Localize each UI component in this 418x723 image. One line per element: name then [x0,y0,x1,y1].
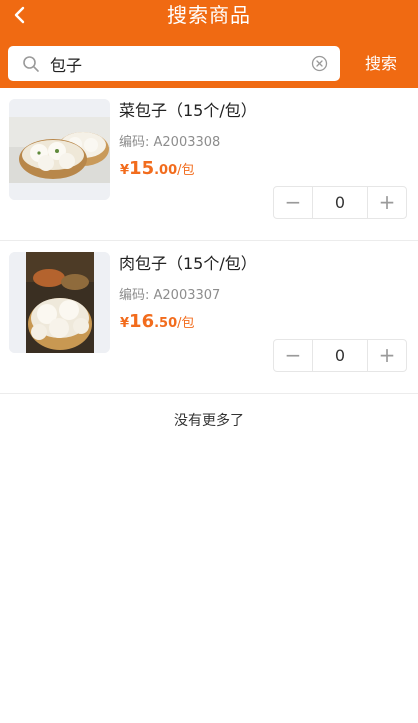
price-currency: ¥ [120,163,130,178]
quantity-value[interactable]: 0 [313,187,367,218]
quantity-stepper: − 0 + [273,339,407,372]
product-code: 编码: A2003308 [119,135,221,150]
no-more-text: 没有更多了 [174,413,244,429]
price-decimal: .50 [154,316,178,331]
product-name[interactable]: 菜包子（15个/包） [119,100,257,122]
product-name[interactable]: 肉包子（15个/包） [119,253,257,275]
search-box[interactable] [8,46,340,81]
search-button[interactable]: 搜索 [350,46,412,81]
decrease-button[interactable]: − [274,340,313,371]
increase-button[interactable]: + [367,340,406,371]
quantity-value[interactable]: 0 [313,340,367,371]
product-code: 编码: A2003307 [119,288,221,303]
clear-circle-icon[interactable] [311,55,328,72]
price-integer: 16 [129,311,155,332]
product-item[interactable]: 肉包子（15个/包） 编码: A2003307 ¥16.50/包 − 0 + [0,241,418,394]
search-icon [23,56,39,72]
price-unit: /包 [177,163,195,178]
price-integer: 15 [129,158,155,179]
app-header: 搜索商品 搜索 [0,0,418,88]
quantity-stepper: − 0 + [273,186,407,219]
product-image[interactable] [9,99,110,200]
product-price: ¥15.00/包 [120,157,195,183]
product-list: 菜包子（15个/包） 编码: A2003308 ¥15.00/包 − 0 + 肉… [0,88,418,394]
product-item[interactable]: 菜包子（15个/包） 编码: A2003308 ¥15.00/包 − 0 + [0,88,418,241]
product-price: ¥16.50/包 [120,310,195,336]
price-unit: /包 [177,316,195,331]
price-decimal: .00 [154,163,178,178]
decrease-button[interactable]: − [274,187,313,218]
product-image[interactable] [9,252,110,353]
price-currency: ¥ [120,316,130,331]
search-input[interactable] [50,50,298,77]
page-title: 搜索商品 [167,3,251,27]
increase-button[interactable]: + [367,187,406,218]
